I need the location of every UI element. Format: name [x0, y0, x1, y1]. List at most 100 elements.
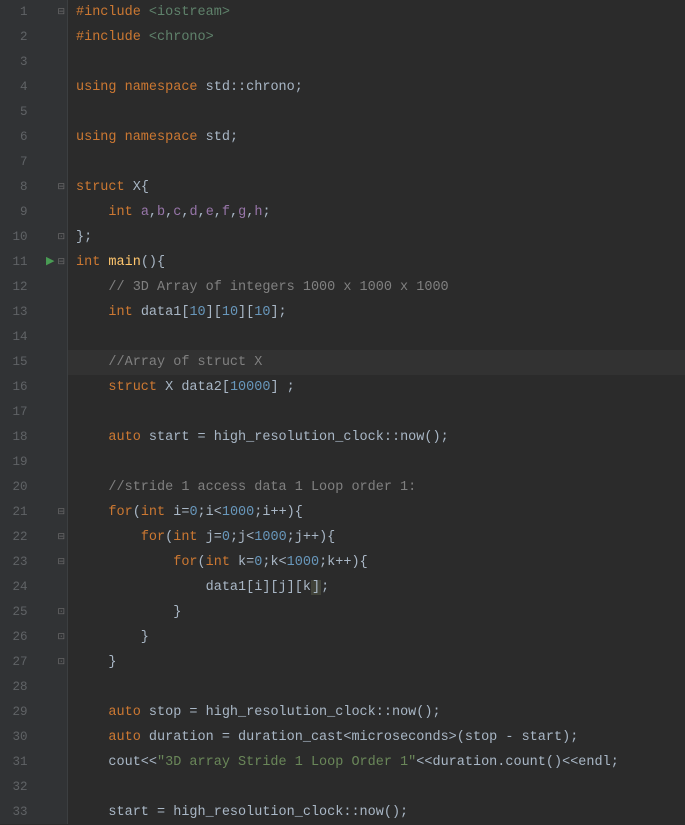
code-line[interactable]: //Array of struct X [76, 350, 685, 375]
fold-icon[interactable]: ⊟ [57, 0, 65, 25]
code-line[interactable]: }; [76, 225, 685, 250]
gutter-row: 16 [0, 375, 67, 400]
token-punct: ;i++){ [254, 505, 303, 520]
code-line[interactable]: } [76, 625, 685, 650]
gutter-row: 27⊡ [0, 650, 67, 675]
token-punct: (); [424, 430, 448, 445]
token-ident: data1 [141, 305, 182, 320]
line-number: 7 [0, 150, 34, 175]
fold-icon[interactable]: ⊟ [57, 250, 65, 275]
code-line[interactable]: int data1[10][10][10]; [76, 300, 685, 325]
line-number: 17 [0, 400, 34, 425]
code-line[interactable]: for(int k=0;k<1000;k++){ [76, 550, 685, 575]
token-punct: (); [416, 705, 440, 720]
token-kw: auto [108, 430, 149, 445]
code-line[interactable]: } [76, 600, 685, 625]
token-num: 10 [189, 305, 205, 320]
token-ident: chrono [246, 80, 295, 95]
line-number: 29 [0, 700, 34, 725]
line-number: 25 [0, 600, 34, 625]
code-line[interactable]: //stride 1 access data 1 Loop order 1: [76, 475, 685, 500]
gutter-row: 31 [0, 750, 67, 775]
line-number: 19 [0, 450, 34, 475]
line-number: 30 [0, 725, 34, 750]
fold-icon[interactable]: ⊟ [57, 525, 65, 550]
token-purple: d [189, 205, 197, 220]
token-punct: ( [133, 505, 141, 520]
fold-icon[interactable]: ⊟ [57, 500, 65, 525]
token-punct: ( [198, 555, 206, 570]
token-comment: // 3D Array of integers 1000 x 1000 x 10… [108, 280, 448, 295]
token-punct [76, 355, 108, 370]
token-kw: int [141, 505, 173, 520]
code-line[interactable]: int a,b,c,d,e,f,g,h; [76, 200, 685, 225]
line-number: 32 [0, 775, 34, 800]
code-line[interactable] [76, 400, 685, 425]
token-punct: ]; [270, 305, 286, 320]
token-punct: , [198, 205, 206, 220]
line-number: 13 [0, 300, 34, 325]
fold-end-icon[interactable]: ⊡ [57, 225, 65, 250]
code-line[interactable]: auto stop = high_resolution_clock::now()… [76, 700, 685, 725]
token-punct: , [230, 205, 238, 220]
code-line[interactable]: // 3D Array of integers 1000 x 1000 x 10… [76, 275, 685, 300]
code-line[interactable]: data1[i][j][k]; [76, 575, 685, 600]
token-purple: e [206, 205, 214, 220]
token-ident: j= [206, 530, 222, 545]
token-punct [76, 705, 108, 720]
run-icon[interactable]: ▶ [46, 250, 54, 275]
token-punct: :: [376, 705, 392, 720]
code-line[interactable] [76, 775, 685, 800]
gutter-row: 5 [0, 100, 67, 125]
gutter-row: 4 [0, 75, 67, 100]
token-kw: #include [76, 5, 141, 20]
fold-end-icon[interactable]: ⊡ [57, 650, 65, 675]
token-num: 10000 [230, 380, 271, 395]
line-number: 22 [0, 525, 34, 550]
code-line[interactable]: int main(){ [76, 250, 685, 275]
line-number: 1 [0, 0, 34, 25]
code-line[interactable] [76, 450, 685, 475]
fold-end-icon[interactable]: ⊡ [57, 625, 65, 650]
gutter-row: 1⊟ [0, 0, 67, 25]
code-line[interactable]: using namespace std::chrono; [76, 75, 685, 100]
token-kw: for [141, 530, 165, 545]
code-line[interactable] [76, 50, 685, 75]
code-line[interactable]: struct X{ [76, 175, 685, 200]
token-punct: } [76, 605, 181, 620]
gutter-row: 11▶⊟ [0, 250, 67, 275]
gutter-row: 7 [0, 150, 67, 175]
code-line[interactable] [76, 325, 685, 350]
code-line[interactable]: auto duration = duration_cast<microsecon… [76, 725, 685, 750]
token-punct [76, 430, 108, 445]
token-punct: [ [222, 380, 230, 395]
token-func: main [108, 255, 140, 270]
gutter-row: 10⊡ [0, 225, 67, 250]
code-area[interactable]: #include <iostream>#include <chrono> usin… [68, 0, 685, 824]
code-line[interactable]: struct X data2[10000] ; [76, 375, 685, 400]
code-line[interactable] [76, 675, 685, 700]
code-line[interactable]: using namespace std; [76, 125, 685, 150]
code-line[interactable]: #include <iostream> [76, 0, 685, 25]
code-line[interactable] [76, 150, 685, 175]
token-punct: { [141, 180, 149, 195]
code-editor[interactable]: 1⊟2345678⊟910⊡11▶⊟12131415161718192021⊟2… [0, 0, 685, 824]
line-number: 3 [0, 50, 34, 75]
code-line[interactable]: auto start = high_resolution_clock::now(… [76, 425, 685, 450]
code-line[interactable]: cout<<"3D array Stride 1 Loop Order 1"<<… [76, 750, 685, 775]
token-punct [76, 505, 108, 520]
fold-icon[interactable]: ⊟ [57, 175, 65, 200]
gutter-row: 29 [0, 700, 67, 725]
token-punct [76, 305, 108, 320]
code-line[interactable]: for(int j=0;j<1000;j++){ [76, 525, 685, 550]
token-kw: int [206, 555, 238, 570]
token-kw: #include [76, 30, 141, 45]
gutter-row: 8⊟ [0, 175, 67, 200]
code-line[interactable]: start = high_resolution_clock::now(); [76, 800, 685, 825]
code-line[interactable]: } [76, 650, 685, 675]
code-line[interactable]: for(int i=0;i<1000;i++){ [76, 500, 685, 525]
fold-end-icon[interactable]: ⊡ [57, 600, 65, 625]
fold-icon[interactable]: ⊟ [57, 550, 65, 575]
code-line[interactable]: #include <chrono> [76, 25, 685, 50]
code-line[interactable] [76, 100, 685, 125]
